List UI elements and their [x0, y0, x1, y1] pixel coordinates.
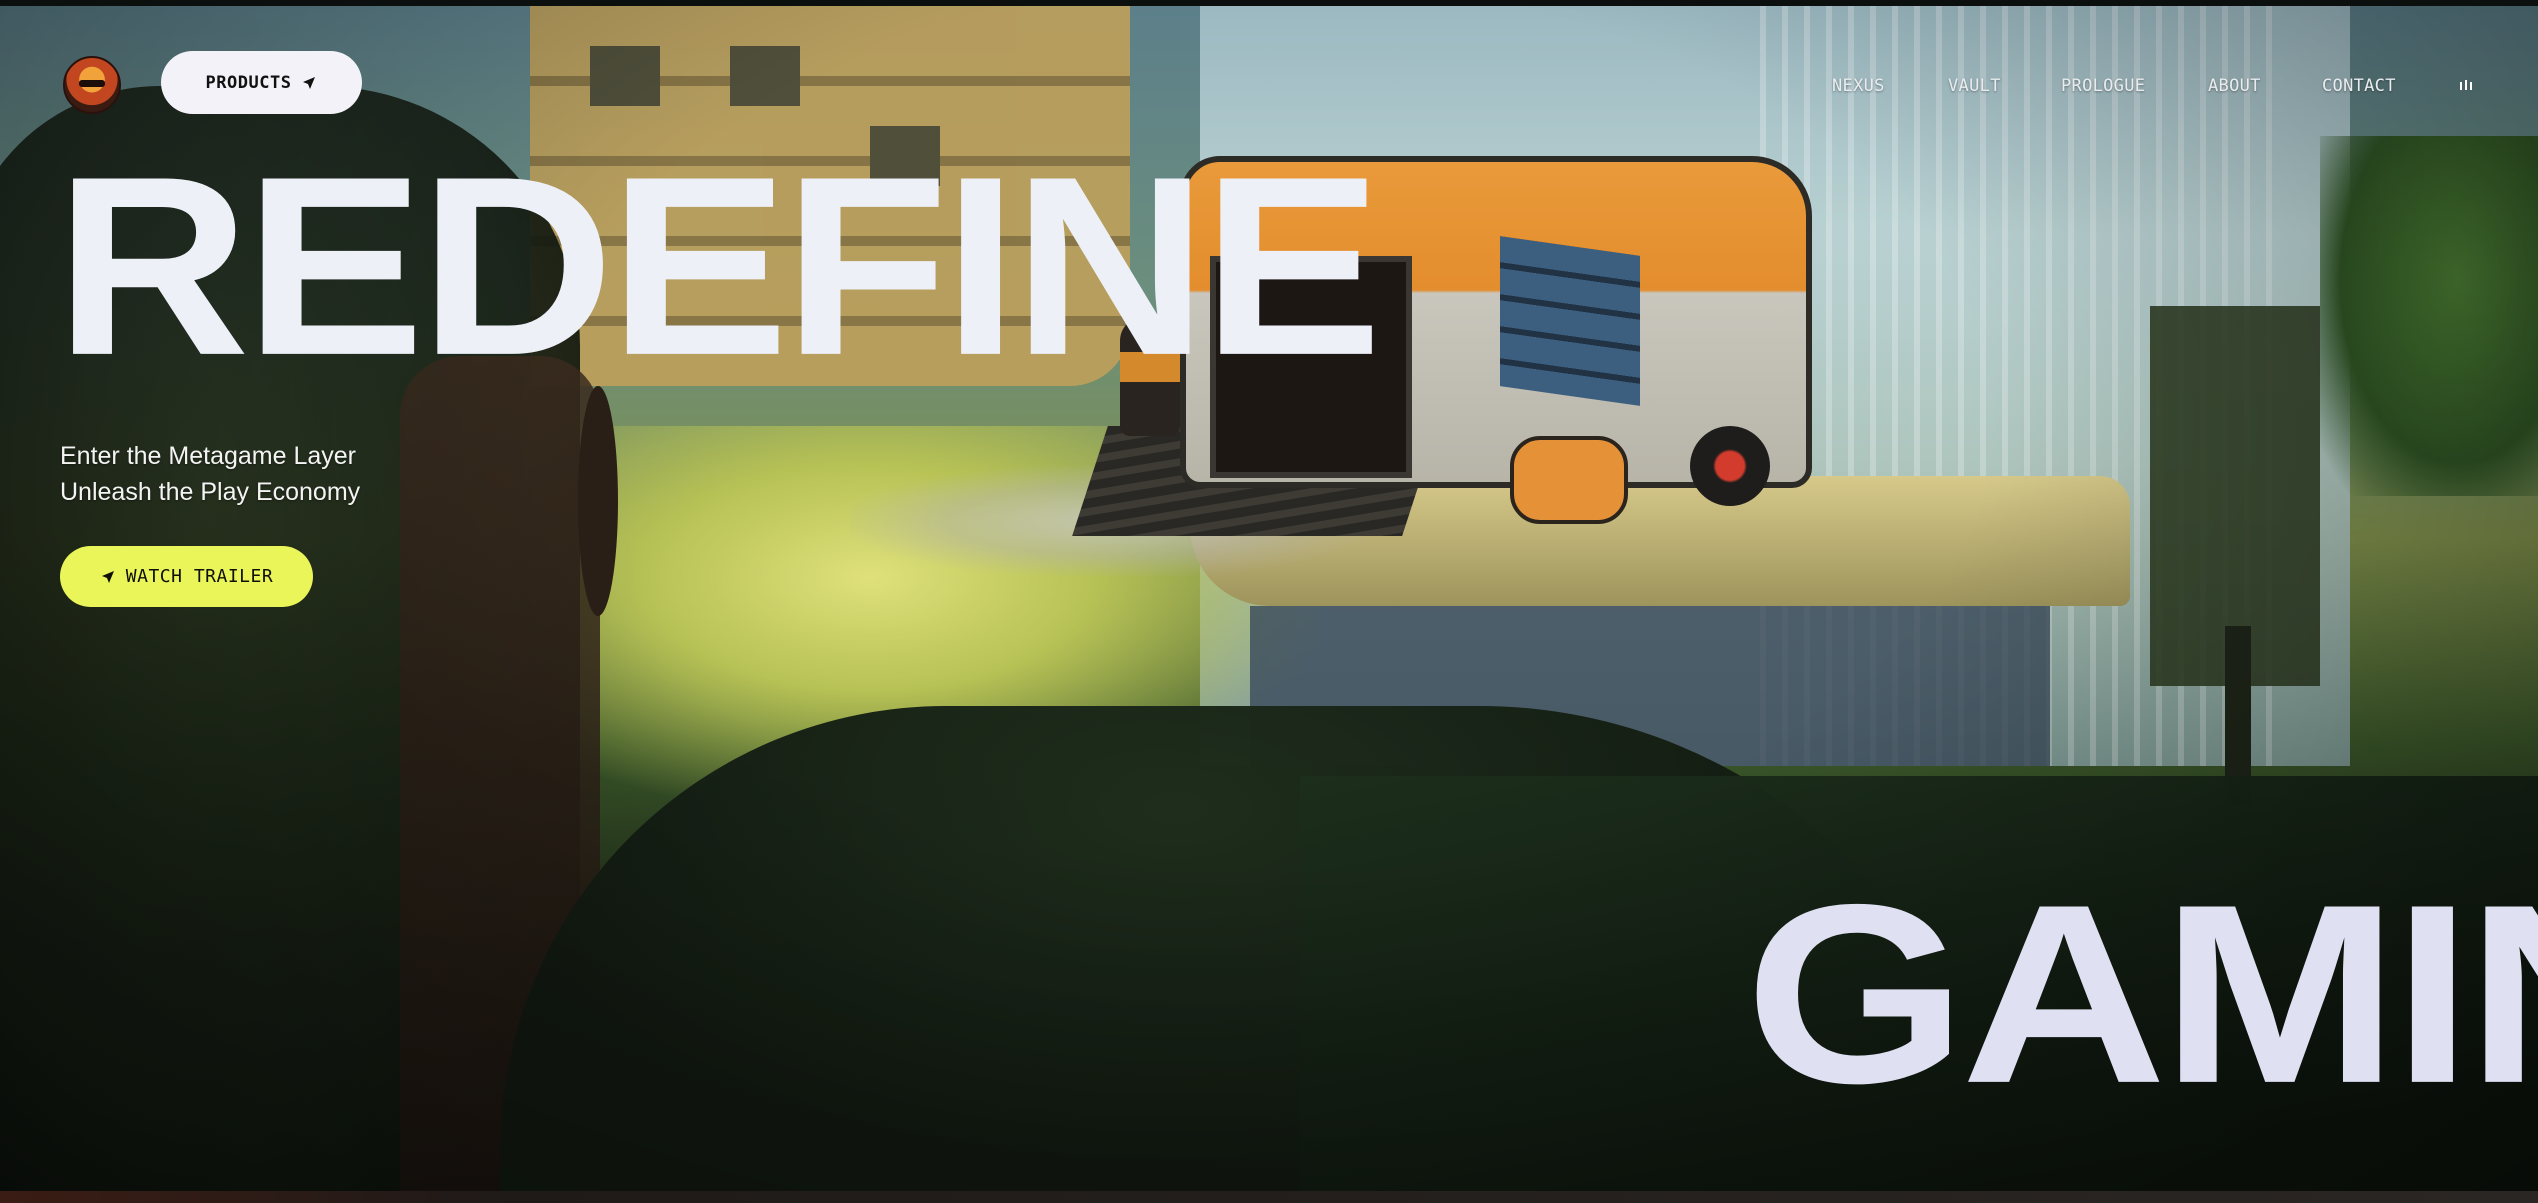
tagline-line-1: Enter the Metagame Layer [60, 442, 356, 470]
audio-bar [2465, 80, 2467, 90]
nav-nexus[interactable]: NEXUS [1832, 76, 1885, 96]
products-button[interactable]: PRODUCTS [161, 51, 362, 114]
hero-section: PRODUCTS NEXUS VAULT PROLOGUE ABOUT CONT… [0, 6, 2538, 1191]
watch-trailer-button[interactable]: WATCH TRAILER [60, 546, 313, 607]
nav-vault[interactable]: VAULT [1948, 76, 2001, 96]
watch-trailer-label: WATCH TRAILER [125, 566, 274, 587]
nav-contact[interactable]: CONTACT [2322, 76, 2396, 96]
hero-title-bottom: GAMING [1745, 850, 2538, 1137]
audio-bar [2460, 82, 2462, 90]
products-label: PRODUCTS [205, 72, 292, 93]
tagline-line-2: Unleash the Play Economy [60, 478, 361, 506]
arrow-icon [101, 570, 114, 583]
logo-eyes [79, 80, 105, 87]
audio-bar [2470, 82, 2472, 90]
arrow-icon [303, 76, 316, 89]
browser-bottom-strip [0, 1191, 2538, 1203]
nav-prologue[interactable]: PROLOGUE [2061, 76, 2145, 96]
audio-indicator-icon[interactable] [2460, 78, 2478, 90]
logo-icon[interactable] [63, 56, 121, 114]
nav-about[interactable]: ABOUT [2208, 76, 2261, 96]
hero-title-top: REDEFINE [55, 122, 1382, 409]
